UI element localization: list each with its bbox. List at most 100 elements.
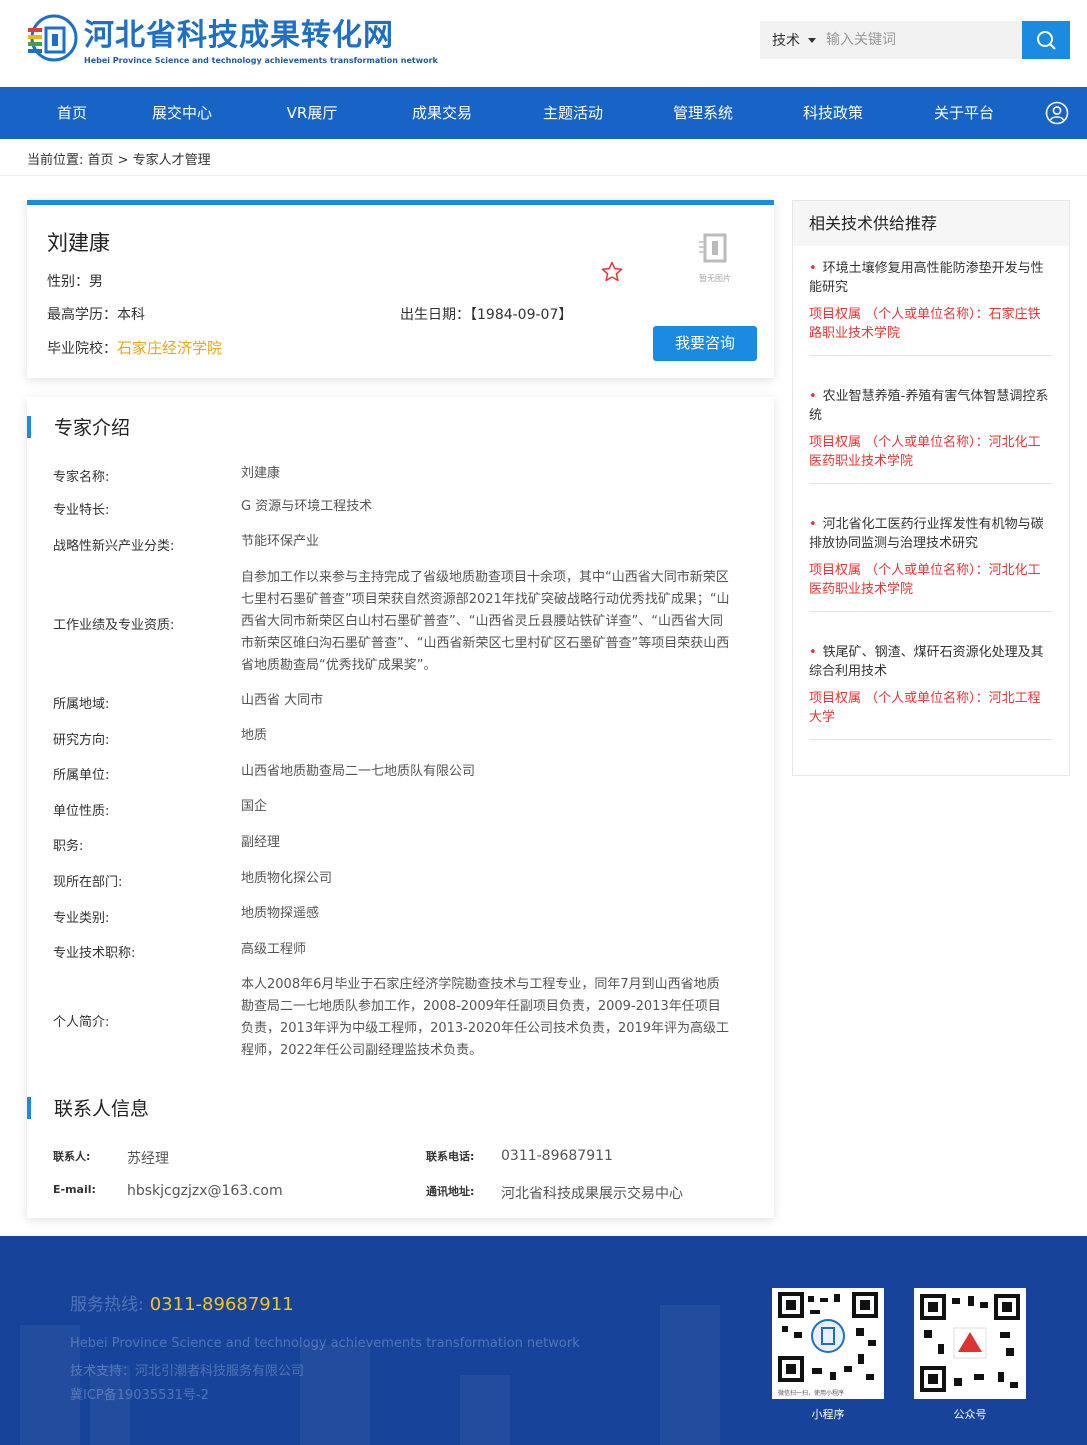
favorite-star-icon[interactable] <box>600 260 624 284</box>
recommendation-title: 河北省化工医药行业挥发性有机物与碳排放协同监测与治理技术研究 <box>809 517 1044 551</box>
nav-item-policy[interactable]: 科技政策 <box>797 87 869 139</box>
bullet-icon: • <box>809 517 817 532</box>
recommendation-title: 铁尾矿、钢渣、煤矸石资源化处理及其综合利用技术 <box>809 645 1044 679</box>
field-value: 山西省 大同市 <box>241 693 324 708</box>
main-nav: 首页 展交中心 VR展厅 成果交易 主题活动 管理系统 科技政策 关于平台 <box>0 87 1087 139</box>
expert-gender: 性别：男 <box>47 274 103 290</box>
field-value: 节能环保产业 <box>241 534 320 549</box>
no-image-placeholder: 暂无图片 <box>697 229 733 285</box>
contact-phone-label: 联系电话: <box>426 1150 475 1163</box>
recommendation-item[interactable]: • 铁尾矿、钢渣、煤矸石资源化处理及其综合利用技术 项目权属 （个人或单位名称）：… <box>809 643 1053 740</box>
field-value: 本人2008年6月毕业于石家庄经济学院勘查技术与工程专业，同年7月到山西省地质勘… <box>241 977 730 1058</box>
logo-emblem-icon <box>24 12 80 68</box>
search-button[interactable] <box>1022 21 1070 59</box>
footer-en-name: Hebei Province Science and technology ac… <box>70 1336 580 1351</box>
field-value: G 资源与环境工程技术 <box>241 499 373 514</box>
recommendation-owner: 项目权属 （个人或单位名称）：河北化工医药职业技术学院 <box>809 435 1041 469</box>
field-label: 专家名称: <box>53 470 110 485</box>
user-account-icon[interactable] <box>1045 101 1069 125</box>
contact-title-text: 联系人信息 <box>54 1098 150 1120</box>
site-logo[interactable]: 河北省科技成果转化网 Hebei Province Science and te… <box>24 12 438 68</box>
qr-code-icon <box>920 1294 1020 1392</box>
qr-code-icon <box>778 1292 878 1382</box>
contact-person-label: 联系人: <box>53 1150 91 1163</box>
contact-address-label: 通讯地址: <box>426 1185 475 1198</box>
recommendation-title: 农业智慧养殖-养殖有害气体智慧调控系统 <box>809 389 1049 423</box>
bullet-icon: • <box>809 261 817 276</box>
field-value: 山西省地质勘查局二一七地质队有限公司 <box>241 764 476 779</box>
miniprogram-caption: 小程序 <box>811 1408 845 1421</box>
placeholder-logo-icon <box>699 233 727 263</box>
expert-school-row: 毕业院校：石家庄经济学院 <box>47 337 222 358</box>
section-accent-bar <box>27 1097 31 1119</box>
field-label: 专业技术职称: <box>53 946 136 961</box>
field-value: 国企 <box>241 799 268 814</box>
expert-name: 刘建康 <box>47 231 110 255</box>
contact-address-value: 河北省科技成果展示交易中心 <box>501 1186 683 1202</box>
contact-email-label: E-mail: <box>53 1183 96 1196</box>
nav-item-events[interactable]: 主题活动 <box>537 87 609 139</box>
recommendation-sidebar: 相关技术供给推荐 • 环境土壤修复用高性能防渗垫开发与性能研究 项目权属 （个人或… <box>792 200 1070 776</box>
site-header: 河北省科技成果转化网 Hebei Province Science and te… <box>0 0 1087 87</box>
hotline-number: 0311-89687911 <box>149 1294 294 1315</box>
bullet-icon: • <box>809 645 817 660</box>
no-image-label: 暂无图片 <box>699 274 731 283</box>
contact-section-title: 联系人信息 <box>27 1094 149 1121</box>
nav-item-management[interactable]: 管理系统 <box>667 87 739 139</box>
intro-section-title: 专家介绍 <box>27 413 130 440</box>
nav-item-home[interactable]: 首页 <box>42 87 102 139</box>
skyline-decoration <box>460 1375 510 1445</box>
field-value: 地质 <box>241 728 268 743</box>
nav-item-vr[interactable]: VR展厅 <box>276 87 348 139</box>
search-type-label: 技术 <box>772 33 800 49</box>
divider <box>0 175 1087 176</box>
contact-phone-value[interactable]: 0311-89687911 <box>501 1148 613 1164</box>
expert-profile-card: 刘建康 性别：男 最高学历：本科 出生日期：【1984-09-07】 毕业院校：… <box>27 200 774 378</box>
breadcrumb[interactable]: 当前位置: 首页 > 专家人才管理 <box>27 149 211 168</box>
recommendation-owner: 项目权属 （个人或单位名称）：石家庄铁路职业技术学院 <box>809 307 1041 341</box>
school-value: 石家庄经济学院 <box>117 339 223 357</box>
consult-button[interactable]: 我要咨询 <box>653 326 757 361</box>
field-value: 副经理 <box>241 835 281 850</box>
section-accent-bar <box>27 416 31 438</box>
wechat-official-qr-code <box>914 1288 1026 1399</box>
search-input[interactable] <box>826 21 1016 59</box>
field-label: 战略性新兴产业分类: <box>53 539 175 554</box>
nav-item-about[interactable]: 关于平台 <box>928 87 1000 139</box>
footer-icp[interactable]: 冀ICP备19035531号-2 <box>70 1384 209 1403</box>
field-label: 工作业绩及专业资质: <box>53 618 175 633</box>
expert-education: 最高学历：本科 <box>47 307 145 323</box>
contact-person-value: 苏经理 <box>127 1151 169 1167</box>
footer-support: 技术支持：河北引潮者科技服务有限公司 <box>70 1364 305 1379</box>
intro-title-text: 专家介绍 <box>54 417 131 439</box>
sidebar-title: 相关技术供给推荐 <box>793 201 1069 246</box>
miniprogram-note: 微信扫一扫，使用小程序 <box>778 1390 845 1397</box>
field-label: 现所在部门: <box>53 875 123 890</box>
recommendation-item[interactable]: • 农业智慧养殖-养殖有害气体智慧调控系统 项目权属 （个人或单位名称）：河北化工… <box>809 387 1053 484</box>
nav-item-exhibition[interactable]: 展交中心 <box>146 87 218 139</box>
nav-item-trade[interactable]: 成果交易 <box>406 87 478 139</box>
field-label: 研究方向: <box>53 733 110 748</box>
bullet-icon: • <box>809 389 817 404</box>
expert-birthdate: 出生日期：【1984-09-07】 <box>400 307 573 323</box>
field-value: 高级工程师 <box>241 942 307 957</box>
field-label: 专业特长: <box>53 503 110 518</box>
skyline-decoration <box>660 1305 720 1445</box>
field-label: 个人简介: <box>53 1015 110 1030</box>
recommendation-title: 环境土壤修复用高性能防渗垫开发与性能研究 <box>809 261 1044 295</box>
recommendation-item[interactable]: • 河北省化工医药行业挥发性有机物与碳排放协同监测与治理技术研究 项目权属 （个人… <box>809 515 1053 612</box>
chevron-down-icon <box>808 37 816 43</box>
field-value: 地质物探遥感 <box>241 906 320 921</box>
skyline-decoration <box>300 1345 370 1445</box>
search-icon <box>1037 31 1056 50</box>
official-account-caption: 公众号 <box>953 1408 987 1421</box>
search-type-select[interactable]: 技术 <box>760 30 826 50</box>
field-label: 职务: <box>53 839 84 854</box>
recommendation-item[interactable]: • 环境土壤修复用高性能防渗垫开发与性能研究 项目权属 （个人或单位名称）：石家庄… <box>809 259 1053 356</box>
contact-email-value[interactable]: hbskjcgzjzx@163.com <box>127 1183 283 1199</box>
site-footer: 服务热线: 0311-89687911 Hebei Province Scienc… <box>0 1236 1087 1445</box>
recommendation-owner: 项目权属 （个人或单位名称）：河北工程大学 <box>809 691 1041 725</box>
field-label: 单位性质: <box>53 804 110 819</box>
hotline-label: 服务热线: <box>70 1295 144 1315</box>
field-value: 刘建康 <box>241 466 281 481</box>
